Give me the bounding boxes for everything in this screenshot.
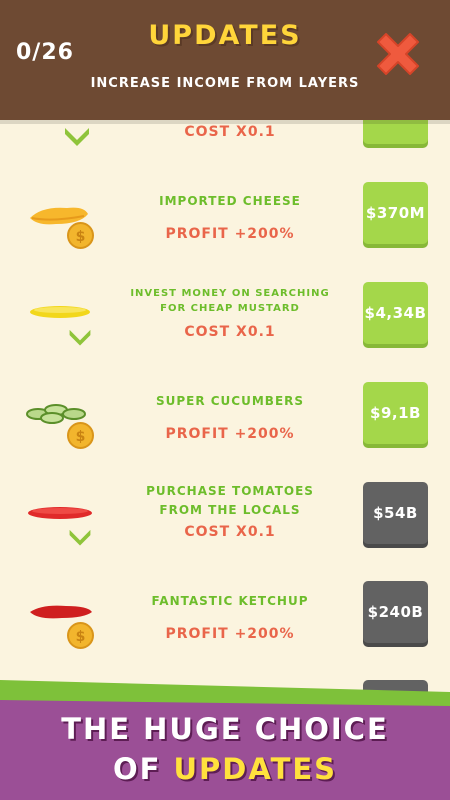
update-name: SUPER CUCUMBERS (155, 394, 305, 408)
update-name-line: FROM THE LOCALS (159, 503, 301, 517)
update-name: INVEST MONEY ON SEARCHING FOR CHEAP MUST… (120, 286, 340, 316)
update-effect: PROFIT +200% (165, 626, 295, 642)
close-icon[interactable] (372, 28, 424, 80)
update-effect: PROFIT +200% (165, 226, 295, 242)
buy-button[interactable]: $370M (363, 182, 428, 244)
coin-icon: $ (67, 222, 94, 249)
chevron-down-icon (65, 128, 89, 146)
update-effect: COST X0.1 (184, 524, 276, 540)
svg-text:$: $ (76, 629, 86, 645)
buy-button[interactable]: $240B (363, 581, 428, 643)
promo-prefix: OF (112, 752, 174, 786)
promo-headline-2: OF UPDATES (0, 752, 450, 786)
promo-highlight: UPDATES (173, 752, 338, 786)
buy-button[interactable]: $4,34B (363, 282, 428, 344)
promo-headline: THE HUGE CHOICE (61, 712, 389, 746)
header-bar: 0/26 UPDATES INCREASE INCOME FROM LAYERS (0, 0, 450, 120)
update-effect: COST X0.1 (184, 124, 276, 140)
update-effect: COST X0.1 (184, 324, 276, 340)
update-name-line: FOR CHEAP MUSTARD (160, 303, 300, 314)
coin-icon: $ (67, 622, 94, 649)
update-name-line: PURCHASE TOMATOES (146, 484, 314, 498)
coin-icon: $ (67, 422, 94, 449)
svg-text:$: $ (76, 229, 86, 245)
chevron-down-icon (69, 329, 91, 346)
update-name: FANTASTIC KETCHUP (151, 594, 309, 608)
update-name-line: INVEST MONEY ON SEARCHING (130, 288, 330, 299)
chevron-down-icon (69, 529, 91, 546)
update-effect: PROFIT +200% (165, 426, 295, 442)
update-name: PURCHASE TOMATOES FROM THE LOCALS (120, 483, 340, 518)
buy-button[interactable]: $54B (363, 482, 428, 544)
update-name: IMPORTED CHEESE (159, 194, 301, 208)
buy-button[interactable]: $9,1B (363, 382, 428, 444)
svg-text:$: $ (76, 429, 86, 445)
